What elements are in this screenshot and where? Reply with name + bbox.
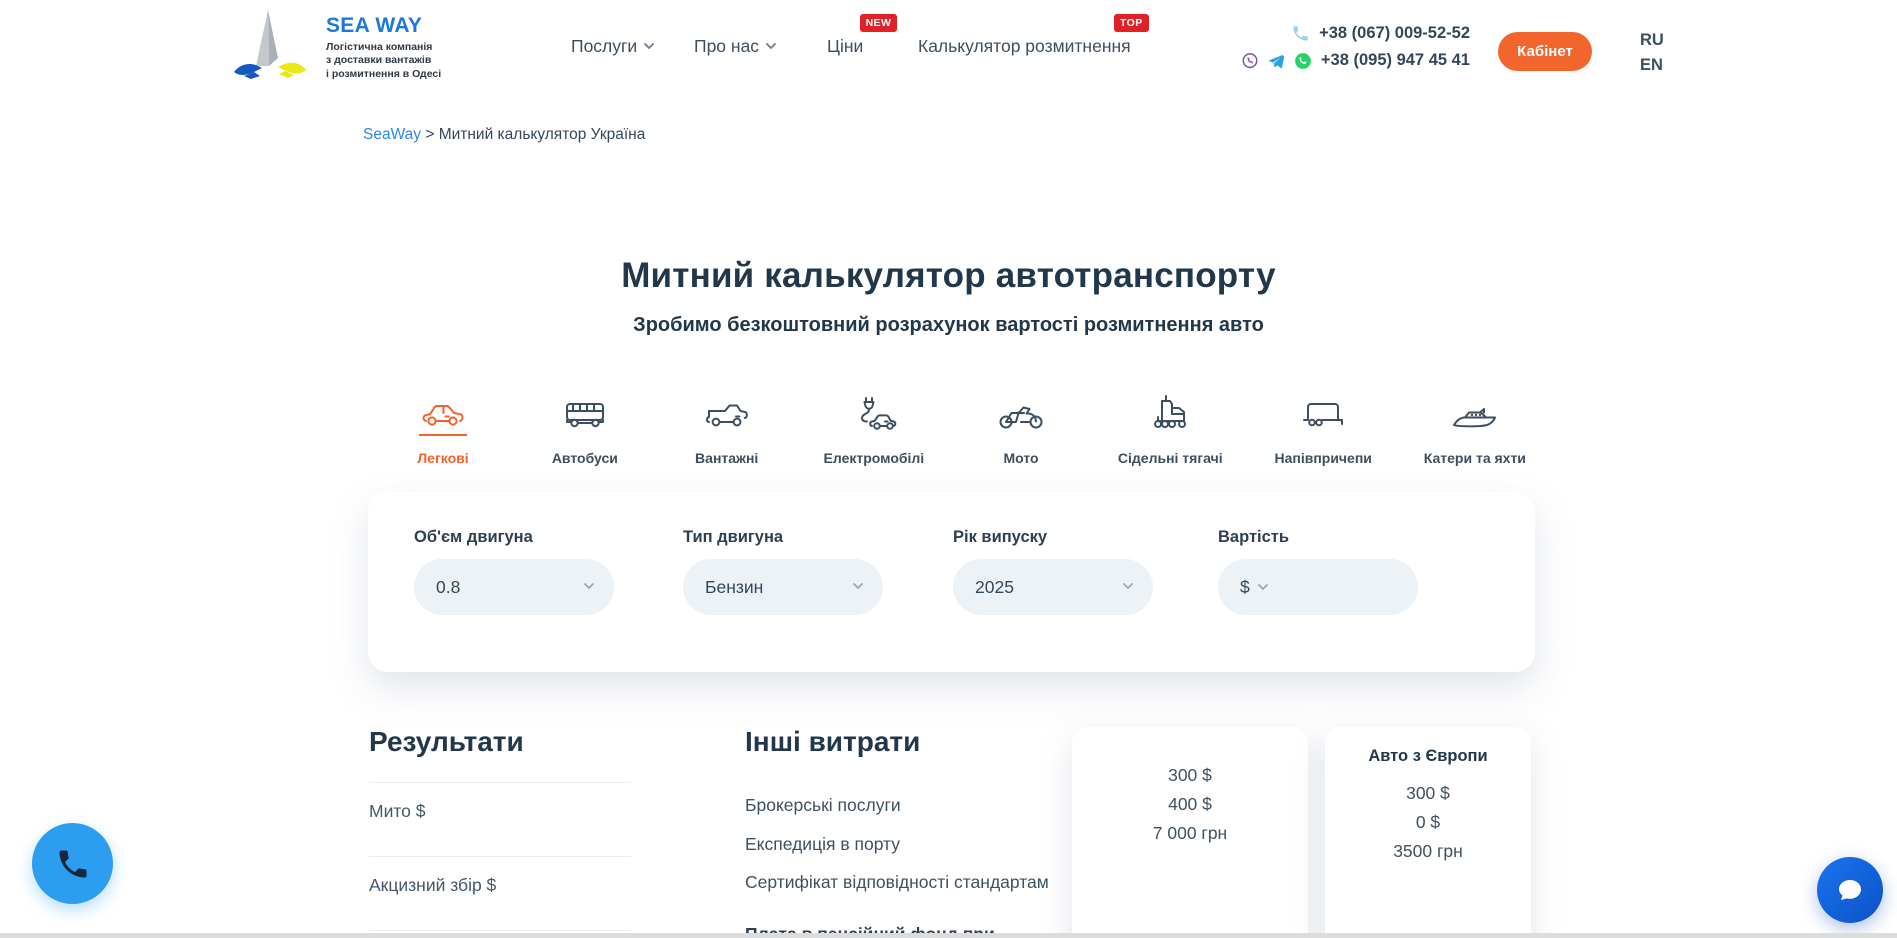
new-badge: NEW [860, 14, 898, 32]
logo-tagline: Логістична компанія з доставки вантажів … [326, 41, 441, 82]
chevron-down-icon [853, 583, 863, 589]
engine-volume-label: Об'єм двигуна [414, 528, 614, 547]
page-title: Митний калькулятор автотранспорту [0, 256, 1897, 296]
chevron-down-icon [644, 43, 654, 49]
whatsapp-icon[interactable] [1294, 52, 1312, 70]
language-switcher: RU EN [1640, 28, 1664, 78]
engine-type-label: Тип двигуна [683, 528, 883, 547]
tab-boats-yachts[interactable]: Катери та яхти [1424, 396, 1526, 466]
nav-item-customs-calculator[interactable]: Калькулятор розмитнення TOP [918, 36, 1131, 57]
other-costs-values-card: 300 $ 400 $ 7 000 грн [1072, 727, 1308, 938]
cabinet-button[interactable]: Кабінет [1498, 32, 1592, 71]
main-nav: Послуги [571, 0, 654, 92]
phone-number-2: +38 (095) 947 45 41 [1321, 51, 1470, 70]
currency-select[interactable]: $ [1240, 577, 1250, 598]
phone-row-1[interactable]: +38 (067) 009-52-52 [1208, 20, 1470, 47]
nav-item-prices[interactable]: Ціни NEW [827, 36, 863, 57]
year-select[interactable]: 2025 [953, 559, 1153, 615]
results-title: Результати [369, 726, 631, 758]
other-costs-section: Інші витрати Брокерські послуги Експедиц… [745, 726, 1097, 938]
nav-item-services[interactable]: Послуги [571, 36, 654, 57]
phone-icon [1291, 24, 1310, 43]
cost-value-2: 400 $ [1072, 790, 1308, 819]
page: SEA WAY Логістична компанія з доставки в… [0, 0, 1897, 938]
chat-bubble-icon [1834, 874, 1866, 906]
breadcrumb-current: Митний калькулятор Україна [439, 126, 646, 143]
cost-item-broker: Брокерські послуги [745, 794, 1097, 818]
trailer-icon [1300, 396, 1346, 436]
car-icon [419, 396, 467, 436]
europe-value-2: 0 $ [1325, 808, 1531, 837]
engine-volume-select[interactable]: 0.8 [414, 559, 614, 615]
engine-type-select[interactable]: Бензин [683, 559, 883, 615]
viber-icon[interactable] [1241, 52, 1259, 70]
price-input-pill[interactable]: $ [1218, 559, 1418, 615]
year-field: Рік випуску 2025 [953, 528, 1153, 615]
cost-item-port: Експедиція в порту [745, 833, 1097, 857]
semi-truck-icon [1146, 396, 1194, 436]
tab-electric-cars[interactable]: Електромобілі [824, 396, 925, 466]
truck-icon [703, 396, 751, 436]
motorcycle-icon [997, 396, 1045, 436]
price-input[interactable] [1268, 577, 1388, 597]
logo[interactable]: SEA WAY Логістична компанія з доставки в… [228, 8, 441, 87]
europe-value-1: 300 $ [1325, 779, 1531, 808]
calculator-form-card: Об'єм двигуна 0.8 Тип двигуна Бензин Рік… [368, 492, 1535, 672]
europe-card-title: Авто з Європи [1325, 747, 1531, 766]
price-field: Вартість $ [1218, 528, 1418, 615]
europe-car-card: Авто з Європи 300 $ 0 $ 3500 грн [1325, 727, 1531, 938]
nav-item-about[interactable]: Про нас [694, 36, 776, 57]
breadcrumb: SeaWay > Митний калькулятор Україна [363, 126, 645, 144]
call-floating-button[interactable] [32, 823, 113, 904]
header: SEA WAY Логістична компанія з доставки в… [0, 0, 1897, 92]
header-contacts: +38 (067) 009-52-52 [1208, 20, 1470, 74]
results-section: Результати Мито $ Акцизний збір $ [369, 726, 631, 938]
phone-icon [55, 846, 91, 882]
bus-icon [561, 396, 609, 436]
europe-value-3: 3500 грн [1325, 837, 1531, 866]
telegram-icon[interactable] [1267, 52, 1286, 70]
lang-ru[interactable]: RU [1640, 28, 1664, 53]
top-badge: TOP [1114, 14, 1149, 32]
chevron-down-icon [1258, 584, 1268, 590]
chat-widget-button[interactable] [1817, 857, 1883, 923]
result-row-excise: Акцизний збір $ [369, 856, 631, 930]
page-bottom-edge [0, 933, 1897, 938]
cost-item-certificate: Сертифікат відповідності стандартам [745, 871, 1097, 895]
chevron-down-icon [766, 43, 776, 49]
lang-en[interactable]: EN [1640, 53, 1664, 78]
engine-type-field: Тип двигуна Бензин [683, 528, 883, 615]
breadcrumb-home-link[interactable]: SeaWay [363, 126, 421, 143]
tab-semi-trailers[interactable]: Напівпричепи [1274, 396, 1371, 466]
price-label: Вартість [1218, 528, 1418, 547]
page-subtitle: Зробимо безкоштовний розрахунок вартості… [0, 314, 1897, 337]
electric-car-icon [851, 396, 897, 436]
cost-value-1: 300 $ [1072, 761, 1308, 790]
logo-title: SEA WAY [326, 14, 441, 38]
yacht-icon [1450, 396, 1500, 436]
phone-row-2[interactable]: +38 (095) 947 45 41 [1208, 47, 1470, 74]
result-row-duty: Мито $ [369, 782, 631, 856]
tab-semi-trucks[interactable]: Сідельні тягачі [1118, 396, 1223, 466]
tab-trucks[interactable]: Вантажні [682, 396, 772, 466]
tab-buses[interactable]: Автобуси [540, 396, 630, 466]
year-label: Рік випуску [953, 528, 1153, 547]
cost-value-3: 7 000 грн [1072, 819, 1308, 848]
chevron-down-icon [584, 583, 594, 589]
seaway-logo-icon [228, 8, 312, 87]
vehicle-type-tabs: Легкові Автобуси Вантажні [398, 396, 1526, 466]
hero: Митний калькулятор автотранспорту Зробим… [0, 256, 1897, 337]
engine-volume-field: Об'єм двигуна 0.8 [414, 528, 614, 615]
tab-cars[interactable]: Легкові [398, 396, 488, 466]
chevron-down-icon [1123, 583, 1133, 589]
phone-number-1: +38 (067) 009-52-52 [1319, 24, 1470, 43]
tab-motorcycles[interactable]: Мото [976, 396, 1066, 466]
other-costs-title: Інші витрати [745, 726, 1097, 758]
